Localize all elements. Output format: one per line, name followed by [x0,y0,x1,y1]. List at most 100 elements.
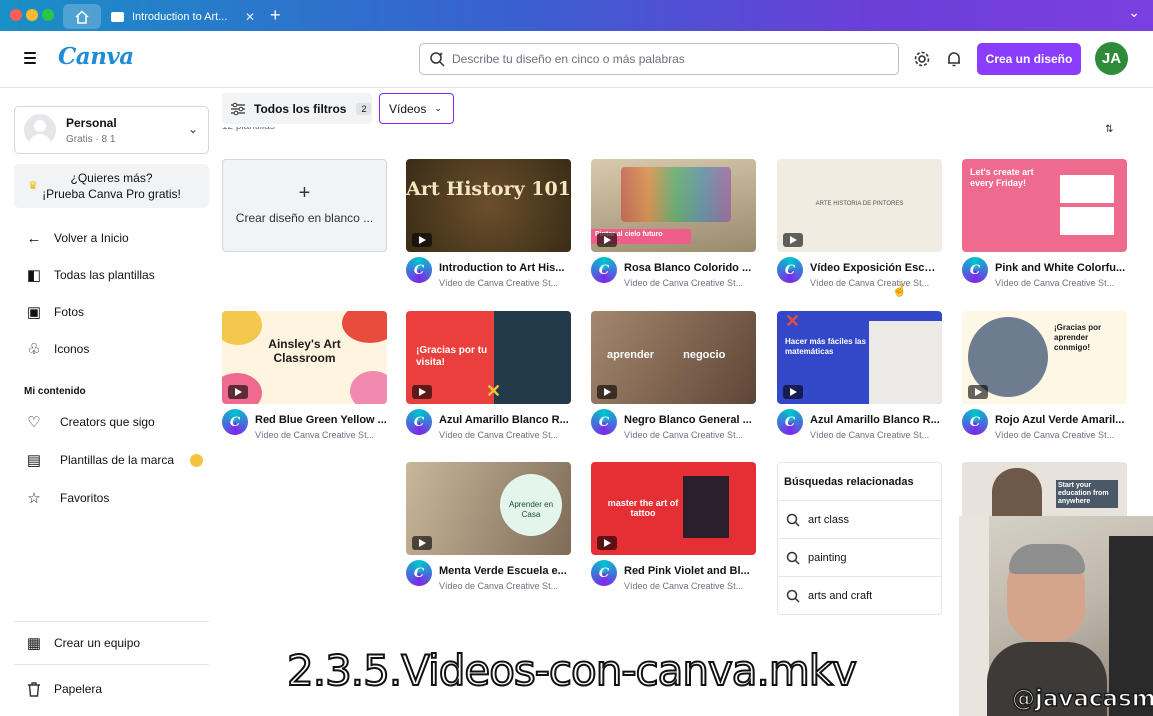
video-filename-caption: 2.3.5.Videos-con-canva.mkv [286,645,858,696]
browser-chrome: Introduction to Art... ✕ + ⌄ [0,0,1153,31]
play-icon [597,385,617,399]
play-icon [597,536,617,550]
search-icon [786,589,800,603]
template-card[interactable]: aprender negocio C Negro Blanco General … [591,311,756,442]
template-title: Azul Amarillo Blanco R... [439,414,569,426]
template-card[interactable]: Ainsley's Art Classroom C Red Blue Green… [222,311,387,442]
related-search-item[interactable]: painting [778,539,941,577]
template-card-partial[interactable]: Start your education from anywhere [962,462,1127,516]
thumbnail-text: ¡Gracias por aprender conmigo! [1054,323,1102,352]
template-card[interactable]: Pintar al cielo futuro C Rosa Blanco Col… [591,159,756,290]
crown-icon: ♛ [28,180,38,192]
template-thumbnail[interactable]: aprender negocio [591,311,756,404]
maximize-window-button[interactable] [42,9,54,21]
canva-logo[interactable]: Canva [58,43,134,70]
creator-avatar: C [777,409,803,435]
thumbnail-text: Art History 101 [406,178,571,200]
home-icon [75,9,89,24]
related-searches-title: Búsquedas relacionadas [778,463,941,501]
channel-handle-watermark: @javacasm [1011,685,1153,713]
sidebar-item-brand-templates[interactable]: ▤ Plantillas de la marca [24,448,174,472]
template-thumbnail[interactable]: Aprender en Casa [406,462,571,555]
template-thumbnail[interactable]: master the art of tattoo [591,462,756,555]
sidebar-item-favorites[interactable]: ☆ Favoritos [24,486,109,510]
template-card[interactable]: Hacer más fáciles las matemáticas ✕ C Az… [777,311,942,442]
template-card[interactable]: ¡Gracias por tu visita! ✕ C Azul Amarill… [406,311,571,442]
template-title: Azul Amarillo Blanco R... [810,414,940,426]
related-search-label: art class [808,513,849,526]
home-tab[interactable] [63,4,101,29]
search-bar[interactable] [419,43,899,75]
sidebar-item-label: Volver a Inicio [54,231,129,245]
play-icon [597,233,617,247]
thumbnail-text: Aprender en Casa [508,500,554,519]
thumbnail-text: Start your education from anywhere [1056,480,1118,508]
all-filters-button[interactable]: Todos los filtros 2 [222,93,372,124]
pro-trial-promo[interactable]: ♛ ¿Quieres más? ¡Prueba Canva Pro gratis… [14,164,209,208]
search-input[interactable] [452,52,882,66]
sidebar-item-trash[interactable]: Papelera [24,677,102,701]
template-thumbnail[interactable]: Pintar al cielo futuro [591,159,756,252]
settings-icon[interactable] [913,50,931,68]
tab-close-icon[interactable]: ✕ [245,10,255,24]
template-card[interactable]: master the art of tattoo C Red Pink Viol… [591,462,756,593]
creator-avatar: C [591,409,617,435]
template-card[interactable]: ARTE HISTORIA DE PINTORES C Vídeo Exposi… [777,159,942,290]
sidebar-item-creators[interactable]: ♡ Creators que sigo [24,410,154,434]
photo-icon: ▣ [26,304,42,321]
creator-avatar: C [406,257,432,283]
template-title: Rojo Azul Verde Amaril... [995,414,1125,426]
template-title: Red Blue Green Yellow ... [255,414,387,426]
all-filters-label: Todos los filtros [254,101,347,116]
thumbnail-text: Let's create art every Friday! [970,167,1034,188]
template-thumbnail[interactable]: ¡Gracias por aprender conmigo! [962,311,1127,404]
close-window-button[interactable] [10,9,22,21]
minimize-window-button[interactable] [26,9,38,21]
magic-search-icon [430,52,445,67]
tab-list-icon[interactable]: ⌄ [1128,4,1141,21]
related-search-label: painting [808,551,847,564]
heart-icon: ♡ [27,414,41,431]
team-switcher[interactable]: Personal Gratis · 8 1 ⌄ [14,106,209,154]
sidebar-item-all-templates[interactable]: ◧ Todas las plantillas [24,263,155,287]
new-tab-button[interactable]: + [270,5,281,25]
notifications-bell-icon[interactable] [945,50,963,68]
star-icon: ☆ [27,490,41,507]
play-icon [412,385,432,399]
create-design-button[interactable]: Crea un diseño [977,43,1081,75]
play-icon [783,233,803,247]
creator-avatar: C [962,409,988,435]
template-thumbnail[interactable]: ¡Gracias por tu visita! ✕ [406,311,571,404]
related-search-item[interactable]: arts and craft [778,577,941,615]
video-type-dropdown[interactable]: Vídeos ⌄ [379,93,454,124]
chevron-down-icon: ⌄ [434,103,442,113]
browser-tab-active[interactable]: Introduction to Art... ✕ [103,4,261,29]
sort-icon[interactable]: ⇅ [1105,124,1113,135]
team-name: Personal [66,116,117,130]
sidebar-item-icons[interactable]: ♧ Iconos [24,337,89,361]
template-thumbnail[interactable]: ARTE HISTORIA DE PINTORES [777,159,942,252]
template-thumbnail[interactable]: Hacer más fáciles las matemáticas ✕ [777,311,942,404]
search-icon [786,513,800,527]
template-thumbnail[interactable]: Let's create art every Friday! [962,159,1127,252]
template-thumbnail[interactable]: Start your education from anywhere [962,462,1127,516]
template-card[interactable]: Art History 101 C Introduction to Art Hi… [406,159,571,290]
thumbnail-text: ARTE HISTORIA DE PINTORES [815,201,904,207]
sidebar-item-back-home[interactable]: ← Volver a Inicio [24,226,129,250]
template-card[interactable]: Aprender en Casa C Menta Verde Escuela e… [406,462,571,593]
video-type-label: Vídeos [389,101,427,116]
sidebar-item-create-team[interactable]: ▦ Crear un equipo [24,631,140,655]
template-card[interactable]: Let's create art every Friday! C Pink an… [962,159,1127,290]
template-thumbnail[interactable]: Art History 101 [406,159,571,252]
create-blank-card[interactable]: + Crear diseño en blanco ... [222,159,387,252]
template-title: Rosa Blanco Colorido ... [624,262,752,274]
thumbnail-text: aprender negocio [607,349,726,361]
user-avatar[interactable]: JA [1095,42,1128,75]
play-icon [412,536,432,550]
template-card[interactable]: ¡Gracias por aprender conmigo! C Rojo Az… [962,311,1127,442]
sidebar-item-photos[interactable]: ▣ Fotos [24,300,84,324]
template-creator: Vídeo de Canva Creative St... [810,278,930,288]
related-search-item[interactable]: art class [778,501,941,539]
template-thumbnail[interactable]: Ainsley's Art Classroom [222,311,387,404]
menu-icon[interactable] [24,52,36,64]
